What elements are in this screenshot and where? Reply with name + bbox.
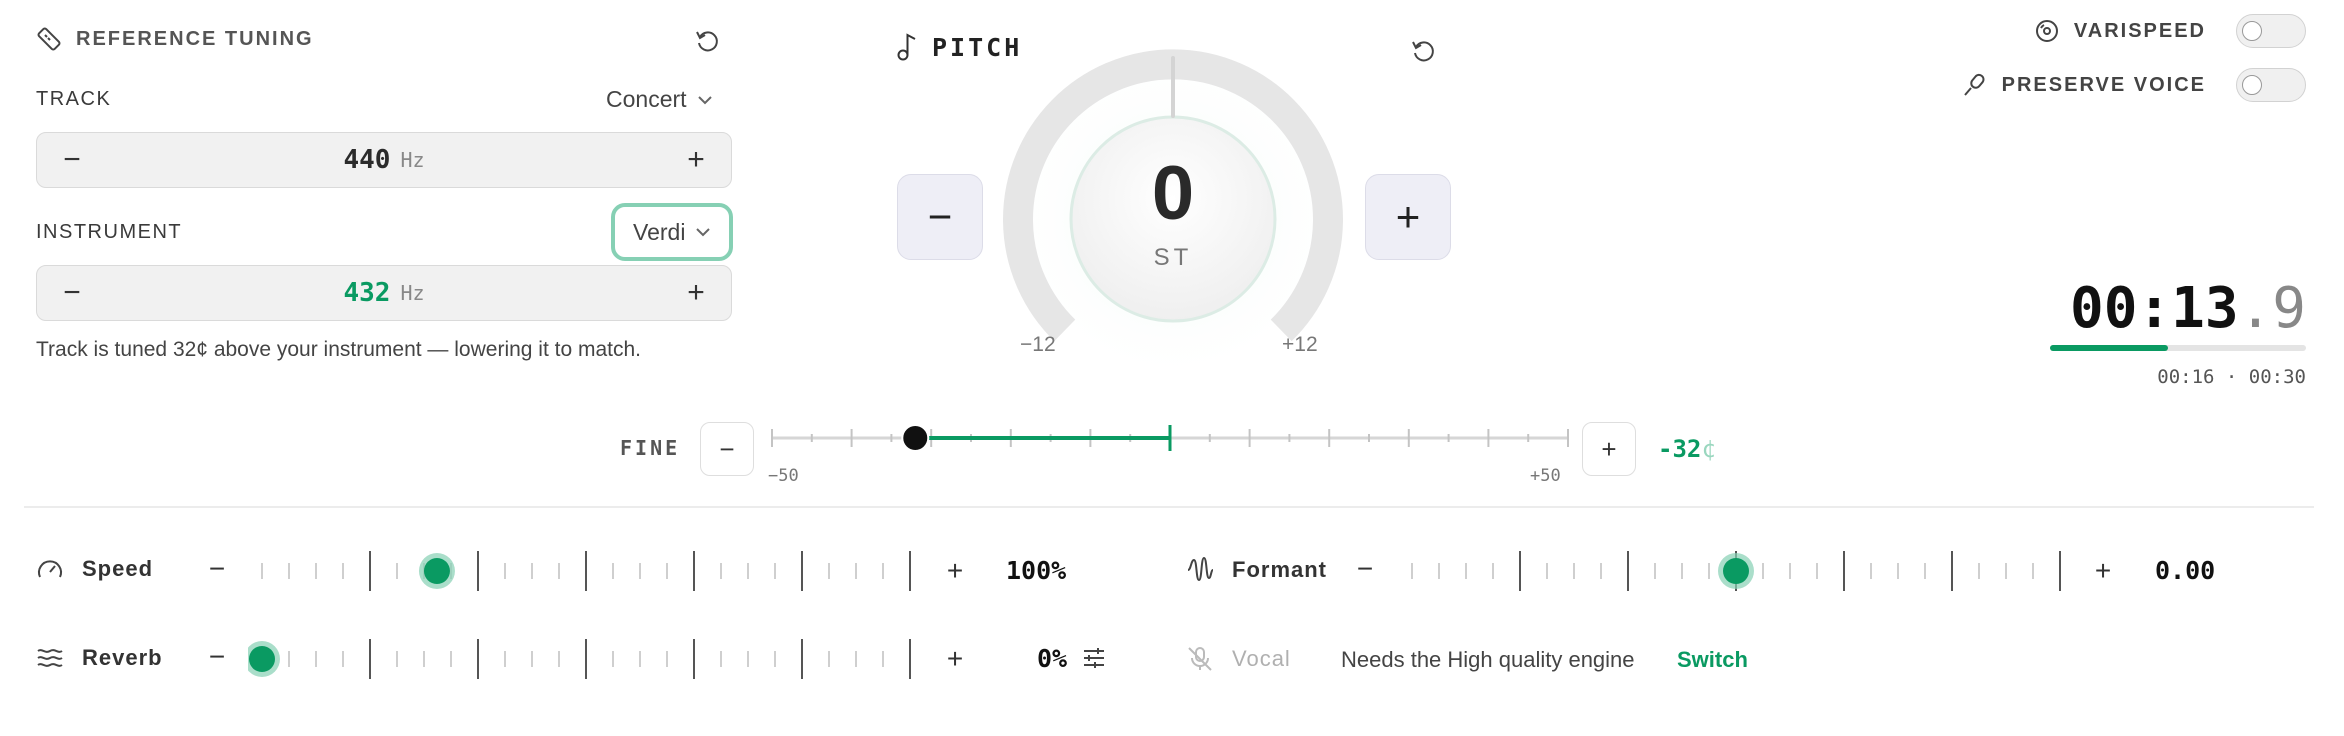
vocal-label: Vocal xyxy=(1232,646,1291,671)
reverb-slider-thumb xyxy=(249,646,275,672)
vinyl-icon xyxy=(2034,18,2060,44)
track-preset-value: Concert xyxy=(606,86,687,112)
playback-progress-bar[interactable] xyxy=(2050,345,2306,351)
sliders-settings-icon[interactable] xyxy=(1082,646,1106,670)
speed-slider-thumb xyxy=(423,558,450,584)
track-frequency-display: 440 Hz xyxy=(37,133,731,186)
microphone-icon xyxy=(1962,72,1988,98)
music-note-icon xyxy=(896,32,918,62)
reverb-label: Reverb xyxy=(82,645,163,670)
fine-value-unit: ¢ xyxy=(1701,435,1716,463)
reset-tuning-icon[interactable] xyxy=(692,26,722,56)
formant-increment-button[interactable]: + xyxy=(2088,555,2118,587)
pitch-max-label: +12 xyxy=(1282,333,1318,356)
fine-decrement-button[interactable]: − xyxy=(700,422,754,476)
fine-value: -32¢ xyxy=(1658,435,1716,463)
reverb-decrement-button[interactable]: − xyxy=(202,641,232,673)
speed-label: Speed xyxy=(82,556,154,581)
track-frequency-stepper: − 440 Hz + xyxy=(36,132,732,188)
track-label: TRACK xyxy=(36,88,112,110)
reverb-row-label: Reverb xyxy=(36,645,163,671)
microphone-off-icon xyxy=(1186,645,1214,673)
instrument-label: INSTRUMENT xyxy=(36,221,183,243)
formant-row-label: Formant xyxy=(1186,556,1327,584)
preserve-voice-row: PRESERVE VOICE xyxy=(1962,68,2306,102)
fine-slider-thumb xyxy=(901,424,930,452)
switch-engine-link[interactable]: Switch xyxy=(1677,647,1748,673)
section-divider xyxy=(24,506,2314,508)
ruler-icon xyxy=(36,26,62,52)
pitch-decrement-button[interactable]: − xyxy=(897,174,983,260)
preserve-voice-toggle[interactable] xyxy=(2236,68,2306,102)
waves-icon xyxy=(36,646,64,670)
pitch-value: 0 xyxy=(1151,151,1195,236)
varispeed-row: VARISPEED xyxy=(2034,14,2306,48)
engine-message: Needs the High quality engine xyxy=(1341,647,1635,672)
speed-value: 100% xyxy=(1006,556,1067,585)
pitch-increment-button[interactable]: + xyxy=(1365,174,1451,260)
timer-main: 00:13 xyxy=(2069,276,2239,341)
chevron-down-icon xyxy=(697,95,713,105)
preserve-voice-label: PRESERVE VOICE xyxy=(2001,73,2206,96)
speed-increment-button[interactable]: + xyxy=(940,555,970,587)
pitch-min-label: −12 xyxy=(1020,333,1056,356)
instrument-frequency-unit: Hz xyxy=(400,280,425,305)
reference-tuning-header: REFERENCE TUNING xyxy=(36,26,314,52)
formant-label: Formant xyxy=(1232,557,1327,582)
instrument-increment-button[interactable]: + xyxy=(661,266,731,319)
speed-slider[interactable] xyxy=(248,544,928,598)
track-frequency-value: 440 xyxy=(343,144,391,175)
waveform-icon xyxy=(1186,556,1214,584)
fine-min-label: −50 xyxy=(768,466,799,486)
fine-max-label: +50 xyxy=(1530,466,1561,486)
formant-value: 0.00 xyxy=(2155,556,2216,585)
formant-slider-thumb xyxy=(1723,558,1749,584)
instrument-preset-dropdown[interactable]: Verdi xyxy=(611,203,734,261)
instrument-frequency-stepper: − 432 Hz + xyxy=(36,265,732,321)
chevron-down-icon xyxy=(695,227,711,237)
reset-pitch-icon[interactable] xyxy=(1408,36,1438,66)
vocal-row-label: Vocal xyxy=(1186,645,1291,673)
tuning-info-text: Track is tuned 32¢ above your instrument… xyxy=(36,338,642,361)
timer-fraction: .9 xyxy=(2238,276,2306,341)
gauge-icon xyxy=(36,557,64,581)
playback-timer: 00:13.9 xyxy=(2070,276,2306,341)
reverb-increment-button[interactable]: + xyxy=(940,643,970,675)
varispeed-toggle[interactable] xyxy=(2236,14,2306,48)
fine-slider[interactable] xyxy=(760,416,1570,460)
formant-slider[interactable] xyxy=(1398,544,2078,598)
track-increment-button[interactable]: + xyxy=(661,133,731,186)
track-preset-dropdown[interactable]: Concert xyxy=(606,86,713,113)
speed-decrement-button[interactable]: − xyxy=(202,553,232,585)
instrument-frequency-display: 432 Hz xyxy=(37,266,731,319)
speed-row-label: Speed xyxy=(36,556,153,582)
reverb-slider[interactable] xyxy=(248,632,928,686)
reference-tuning-title: REFERENCE TUNING xyxy=(76,27,314,50)
fine-label: FINE xyxy=(620,436,681,460)
instrument-frequency-value: 432 xyxy=(343,277,391,308)
varispeed-label: VARISPEED xyxy=(2073,19,2206,42)
fine-value-number: -32 xyxy=(1658,435,1702,463)
fine-increment-button[interactable]: + xyxy=(1582,422,1636,476)
reverb-value: 0% xyxy=(1037,644,1068,673)
playback-times: 00:16 · 00:30 xyxy=(2157,366,2306,388)
track-frequency-unit: Hz xyxy=(400,147,425,172)
playback-progress-fill xyxy=(2050,345,2168,351)
formant-decrement-button[interactable]: − xyxy=(1350,553,1380,585)
pitch-unit: ST xyxy=(1153,244,1193,271)
instrument-preset-value: Verdi xyxy=(633,218,686,245)
